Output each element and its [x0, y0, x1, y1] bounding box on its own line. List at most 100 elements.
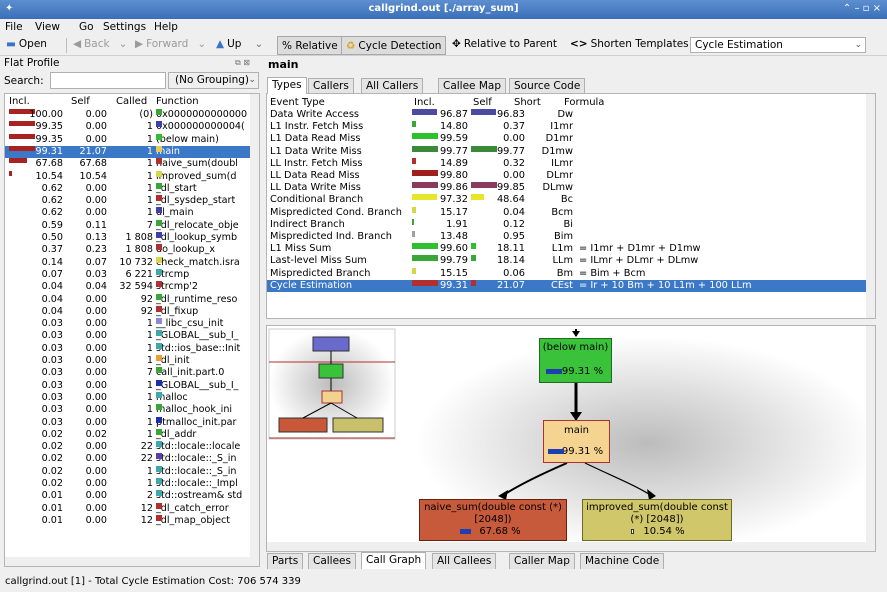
flat-profile-row[interactable]: 0.03 0.00 1 _dl_init — [5, 355, 251, 367]
event-type-row[interactable]: LL Instr. Fetch Miss 14.89 0.32 ILmr — [267, 157, 868, 170]
flat-profile-row[interactable]: 0.02 0.00 1 std::locale::_Impl — [5, 478, 251, 490]
flat-profile-row[interactable]: 67.68 67.68 1 naive_sum(doubl — [5, 158, 251, 170]
column-self[interactable]: Self — [71, 96, 90, 107]
flat-profile-row[interactable]: 0.02 0.00 22 std::locale::_S_in — [5, 453, 251, 465]
graph-node-naive-sum[interactable]: naive_sum(double const (*) [2048]) 67.68… — [419, 499, 567, 541]
event-type-row[interactable]: L1 Data Read Miss 99.59 0.00 D1mr — [267, 133, 868, 145]
tab-machine-code[interactable]: Machine Code — [580, 553, 665, 569]
event-type-row[interactable]: Data Write Access 96.87 96.83 Dw — [267, 109, 868, 121]
window-controls[interactable]: ⌃ – ▫ × — [843, 3, 881, 14]
column-self[interactable]: Self — [473, 97, 492, 108]
event-type-row[interactable]: Mispredicted Cond. Branch 15.17 0.04 Bcm — [267, 206, 868, 219]
column-called[interactable]: Called — [116, 96, 147, 107]
event-type-row[interactable]: LL Data Write Miss 99.86 99.85 DLmw — [267, 182, 868, 194]
flat-profile-row[interactable]: 0.02 0.00 1 std::locale::_S_in — [5, 465, 251, 478]
menu-go[interactable]: Go — [79, 21, 94, 33]
event-type-row[interactable]: Mispredicted Branch 15.15 0.06 Bm = Bim + Bc… — [267, 267, 868, 280]
event-type-row[interactable]: Conditional Branch 97.32 48.64 Bc — [267, 194, 868, 206]
flat-profile-row[interactable]: 0.01 0.00 12 _dl_catch_error — [5, 502, 251, 515]
flat-profile-row[interactable]: 0.03 0.00 1 ptmalloc_init.par — [5, 416, 251, 429]
column-incl[interactable]: Incl. — [9, 96, 30, 107]
flat-profile-row[interactable]: 0.01 0.00 2 std::ostream& std — [5, 490, 251, 502]
flat-profile-row[interactable]: 0.03 0.00 1 _GLOBAL__sub_I_ — [5, 330, 251, 342]
back-button[interactable]: ◀ Back ⌄ — [73, 38, 127, 50]
cost-type-select[interactable]: Cycle Estimation ⌄ — [690, 37, 866, 53]
flat-profile-row[interactable]: 0.03 0.00 7 call_init.part.0 — [5, 367, 251, 379]
relative-to-parent-button[interactable]: ✥ Relative to Parent — [452, 38, 557, 50]
menu-view[interactable]: View — [35, 21, 60, 33]
flat-profile-row[interactable]: 99.35 0.00 1 (below main) — [5, 133, 251, 146]
flat-profile-row[interactable]: 0.07 0.03 6 221 strcmp — [5, 268, 251, 281]
tab-caller-map[interactable]: Caller Map — [509, 553, 575, 569]
event-type-row[interactable]: Mispredicted Ind. Branch 13.48 0.95 Bim — [267, 231, 868, 243]
graph-node-main[interactable]: main 99.31 % — [543, 420, 610, 463]
cycle-detection-toggle[interactable]: ♻ Cycle Detection — [341, 36, 447, 55]
flat-profile-row[interactable]: 99.35 0.00 1 0x000000000004( — [5, 121, 251, 133]
window-title-bar[interactable]: ✦ callgrind.out [./array_sum] ⌃ – ▫ × — [0, 0, 887, 19]
flat-profile-row[interactable]: 0.04 0.00 92 _dl_runtime_reso — [5, 293, 251, 306]
flat-profile-row[interactable]: 0.03 0.00 1 malloc — [5, 391, 251, 404]
graph-node-below-main[interactable]: (below main) 99.31 % — [539, 338, 612, 383]
flat-profile-row[interactable]: 0.04 0.00 92 _dl_fixup — [5, 305, 251, 318]
tab-parts[interactable]: Parts — [267, 553, 304, 569]
flat-profile-row[interactable]: 0.62 0.00 1 dl_main — [5, 207, 251, 219]
dock-float-close-icon[interactable]: ⧉ ⊠ — [235, 58, 250, 68]
event-type-row[interactable]: Indirect Branch 1.91 0.12 Bi — [267, 218, 868, 231]
menu-settings[interactable]: Settings — [103, 21, 146, 33]
tab-all-callers[interactable]: All Callers — [361, 78, 424, 94]
event-types-table[interactable]: Event Type Incl. Self Short Formula Data… — [266, 93, 876, 319]
tab-types[interactable]: Types — [267, 77, 307, 94]
event-type-row[interactable]: LL Data Read Miss 99.80 0.00 DLmr — [267, 170, 868, 182]
flat-profile-row[interactable]: 0.59 0.11 7 _dl_relocate_obje — [5, 219, 251, 232]
tab-all-callees[interactable]: All Callees — [432, 553, 497, 569]
horizontal-scrollbar[interactable] — [267, 542, 867, 551]
tab-callees[interactable]: Callees — [308, 553, 356, 569]
vertical-scrollbar[interactable] — [866, 326, 875, 551]
flat-profile-row[interactable]: 0.03 0.00 1 malloc_hook_ini — [5, 404, 251, 416]
event-type-row[interactable]: Last-level Miss Sum 99.79 18.14 LLm = ILmr +… — [267, 255, 868, 267]
menu-file[interactable]: File — [5, 21, 23, 33]
menu-help[interactable]: Help — [154, 21, 178, 33]
column-event-type[interactable]: Event Type — [270, 97, 325, 108]
tab-callers[interactable]: Callers — [308, 78, 354, 94]
event-type-row[interactable]: Cycle Estimation 99.31 21.07 CEst = Ir + 10 … — [267, 279, 868, 292]
tab-call-graph[interactable]: Call Graph — [361, 552, 427, 569]
horizontal-scrollbar[interactable] — [5, 557, 251, 566]
flat-profile-row[interactable]: 0.03 0.00 1 std::ios_base::Init — [5, 342, 251, 355]
flat-profile-row[interactable]: 0.02 0.00 22 std::locale::locale — [5, 441, 251, 453]
tab-source-code[interactable]: Source Code — [509, 78, 586, 94]
flat-profile-row[interactable]: 0.50 0.13 1 808 _dl_lookup_symb — [5, 232, 251, 244]
flat-profile-row[interactable]: 0.37 0.23 1 808 do_lookup_x — [5, 244, 251, 256]
column-function[interactable]: Function — [156, 96, 199, 107]
open-button[interactable]: ▬ Open — [6, 38, 47, 50]
shorten-templates-button[interactable]: <> Shorten Templates — [570, 38, 689, 50]
flat-profile-row[interactable]: 0.02 0.02 1 _dl_addr — [5, 428, 251, 441]
event-type-row[interactable]: L1 Instr. Fetch Miss 14.80 0.37 I1mr — [267, 121, 868, 133]
column-formula[interactable]: Formula — [564, 97, 604, 108]
call-graph-view[interactable]: (below main) 99.31 % main 99.31 % naive_… — [266, 325, 876, 552]
flat-profile-row[interactable]: 99.31 21.07 1 main — [5, 145, 251, 158]
flat-profile-row[interactable]: 0.14 0.07 10 732 check_match.isra — [5, 256, 251, 269]
flat-profile-row[interactable]: 100.00 0.00 (0) 0x0000000000000 — [5, 109, 251, 121]
flat-profile-row[interactable]: 0.62 0.00 1 _dl_sysdep_start — [5, 195, 251, 207]
flat-profile-row[interactable]: 10.54 10.54 1 improved_sum(d — [5, 170, 251, 183]
flat-profile-row[interactable]: 0.03 0.00 1 __libc_csu_init — [5, 318, 251, 330]
up-button[interactable]: ▲ Up ⌄ — [216, 38, 263, 50]
forward-button[interactable]: ▶ Forward ⌄ — [135, 38, 206, 50]
graph-node-improved-sum[interactable]: improved_sum(double const (*) [2048]) 10… — [582, 499, 732, 541]
event-type-row[interactable]: L1 Miss Sum 99.60 18.11 L1m = I1mr + D1mr + … — [267, 243, 868, 255]
flat-profile-list[interactable]: Incl. Self Called Function 100.00 0.00 (0)… — [4, 93, 260, 567]
search-input[interactable] — [50, 72, 166, 89]
flat-profile-row[interactable]: 0.62 0.00 1 _dl_start — [5, 182, 251, 195]
event-type-row[interactable]: L1 Data Write Miss 99.77 99.77 D1mw — [267, 145, 868, 158]
flat-profile-row[interactable]: 0.04 0.04 32 594 strcmp'2 — [5, 281, 251, 293]
vertical-scrollbar[interactable] — [250, 94, 259, 566]
flat-profile-row[interactable]: 0.03 0.00 1 _GLOBAL__sub_I_ — [5, 379, 251, 392]
column-incl[interactable]: Incl. — [414, 97, 435, 108]
tab-callee-map[interactable]: Callee Map — [438, 78, 507, 94]
column-short[interactable]: Short — [514, 97, 541, 108]
flat-profile-row[interactable]: 0.01 0.00 12 _dl_map_object — [5, 514, 251, 527]
relative-toggle[interactable]: % Relative — [277, 36, 343, 55]
grouping-select[interactable]: (No Grouping) ⌄ — [168, 72, 259, 89]
vertical-scrollbar[interactable] — [866, 94, 875, 318]
